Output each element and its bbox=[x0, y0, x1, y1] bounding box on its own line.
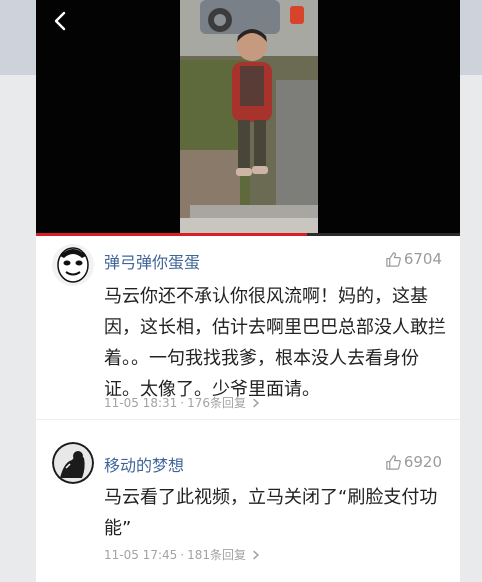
like-button[interactable]: 6920 bbox=[385, 453, 442, 471]
like-count: 6920 bbox=[403, 453, 442, 471]
comment-time: 11-05 17:45 bbox=[104, 547, 178, 562]
avatar[interactable] bbox=[52, 442, 94, 484]
app-screen: 弹弓弹你蛋蛋 6704 马云你还不承认你很风流啊！妈的，这基因，这长相，估计去啊… bbox=[36, 0, 460, 582]
video-player[interactable] bbox=[36, 0, 460, 236]
like-count: 6704 bbox=[403, 250, 442, 268]
video-still-image bbox=[180, 0, 318, 236]
thumbs-up-icon bbox=[386, 454, 401, 470]
avatar[interactable] bbox=[52, 244, 94, 286]
comment-text: 马云看了此视频，立马关闭了“刷脸支付功能” bbox=[104, 487, 438, 539]
comment-meta: 11-05 17:45 · 181条回复 bbox=[104, 546, 261, 563]
meta-separator: · bbox=[180, 547, 185, 562]
comment-username[interactable]: 移动的梦想 bbox=[104, 452, 184, 476]
thumbs-up-icon bbox=[386, 251, 401, 267]
video-frame[interactable] bbox=[180, 0, 318, 236]
like-button[interactable]: 6704 bbox=[385, 250, 442, 268]
back-chevron-icon[interactable] bbox=[50, 10, 72, 32]
comment-text: 马云你还不承认你很风流啊！妈的，这基因，这长相，估计去啊里巴巴总部没人敢拦着。。… bbox=[104, 286, 446, 400]
comment-meta: 11-05 18:31 · 176条回复 bbox=[104, 394, 261, 411]
replies-link[interactable]: 176条回复 bbox=[187, 394, 246, 411]
comment-username[interactable]: 弹弓弹你蛋蛋 bbox=[104, 249, 200, 273]
replies-link[interactable]: 181条回复 bbox=[187, 546, 246, 563]
chevron-right-icon bbox=[253, 398, 260, 407]
chevron-right-icon bbox=[253, 550, 260, 559]
comment-time: 11-05 18:31 bbox=[104, 395, 178, 410]
comment-item: 移动的梦想 6920 马云看了此视频，立马关闭了“刷脸支付功能” 11-05 1… bbox=[36, 420, 460, 582]
meta-separator: · bbox=[180, 395, 185, 410]
comment-item: 弹弓弹你蛋蛋 6704 马云你还不承认你很风流啊！妈的，这基因，这长相，估计去啊… bbox=[36, 236, 460, 420]
